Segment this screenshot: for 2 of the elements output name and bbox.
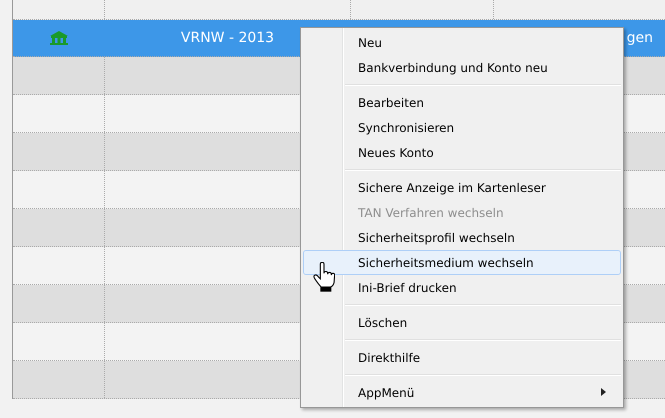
table-cell: gen [626,30,653,46]
table-cell: VRNW - 2013 [180,30,274,46]
